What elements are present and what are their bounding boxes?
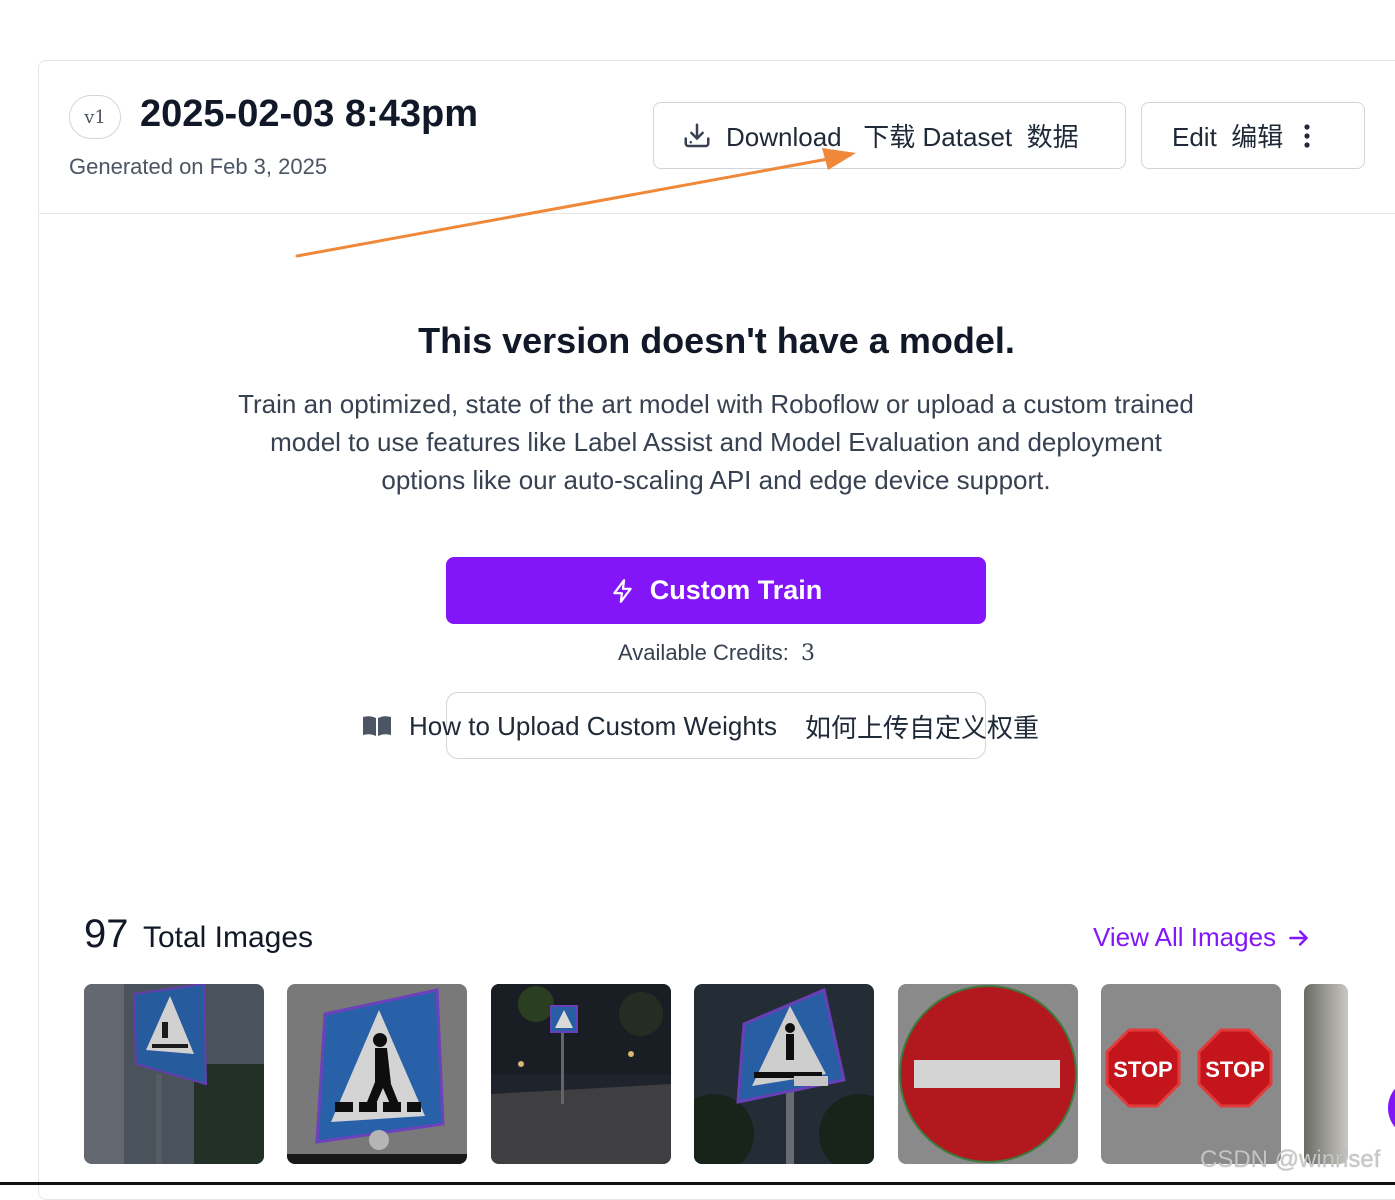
- svg-text:STOP: STOP: [1113, 1057, 1173, 1082]
- download-label: Download 下载 Dataset 数据: [726, 122, 1079, 152]
- thumbnail-partial[interactable]: [1304, 984, 1348, 1164]
- version-badge: v1: [69, 95, 121, 139]
- edit-label: Edit 编辑: [1172, 122, 1284, 152]
- thumbnail-no-entry[interactable]: [898, 984, 1078, 1164]
- book-icon: [361, 714, 393, 738]
- watermark: CSDN @winrisef: [1200, 1146, 1381, 1173]
- view-all-images-link[interactable]: View All Images: [1093, 922, 1312, 953]
- generated-date: Generated on Feb 3, 2025: [69, 154, 328, 179]
- more-vertical-icon[interactable]: [1303, 123, 1311, 149]
- image-thumbnails: STOP STOP: [84, 984, 1348, 1164]
- download-dataset-button[interactable]: Download 下载 Dataset 数据: [653, 102, 1126, 169]
- view-all-label: View All Images: [1093, 922, 1277, 952]
- upload-weights-link[interactable]: How to Upload Custom Weights 如何上传自定义权重: [361, 706, 1039, 746]
- download-icon: [682, 121, 712, 151]
- total-images-heading: 97 Total Images: [84, 912, 313, 957]
- svg-text:STOP: STOP: [1205, 1057, 1265, 1082]
- arrow-right-icon: [1286, 925, 1312, 951]
- no-model-title: This version doesn't have a model.: [418, 320, 1015, 361]
- thumbnail-crosswalk-building[interactable]: [84, 984, 264, 1164]
- upload-weights-label-cn: 如何上传自定义权重: [805, 712, 1040, 743]
- thumbnail-crosswalk-night[interactable]: [491, 984, 671, 1164]
- total-images-count: 97: [84, 912, 129, 956]
- credits-value: 3: [800, 641, 815, 666]
- edit-button[interactable]: Edit 编辑: [1141, 102, 1365, 169]
- thumbnail-crosswalk-closeup[interactable]: [287, 984, 467, 1164]
- credits-label: Available Credits:: [618, 640, 789, 665]
- available-credits: Available Credits: 3: [0, 640, 1395, 666]
- thumbnail-crosswalk-sky[interactable]: [694, 984, 874, 1164]
- no-model-description: Train an optimized, state of the art mod…: [238, 389, 1194, 495]
- thumbnail-stop-signs[interactable]: STOP STOP: [1101, 984, 1281, 1164]
- total-images-label: Total Images: [142, 921, 314, 954]
- custom-train-button[interactable]: Custom Train: [446, 557, 986, 624]
- upload-weights-label: How to Upload Custom Weights: [409, 710, 778, 741]
- lightning-icon: [610, 577, 636, 605]
- version-header: v1 2025-02-03 8:43pm Generated on Feb 3,…: [39, 61, 1395, 214]
- version-title: 2025-02-03 8:43pm: [140, 93, 478, 135]
- custom-train-label: Custom Train: [649, 575, 823, 605]
